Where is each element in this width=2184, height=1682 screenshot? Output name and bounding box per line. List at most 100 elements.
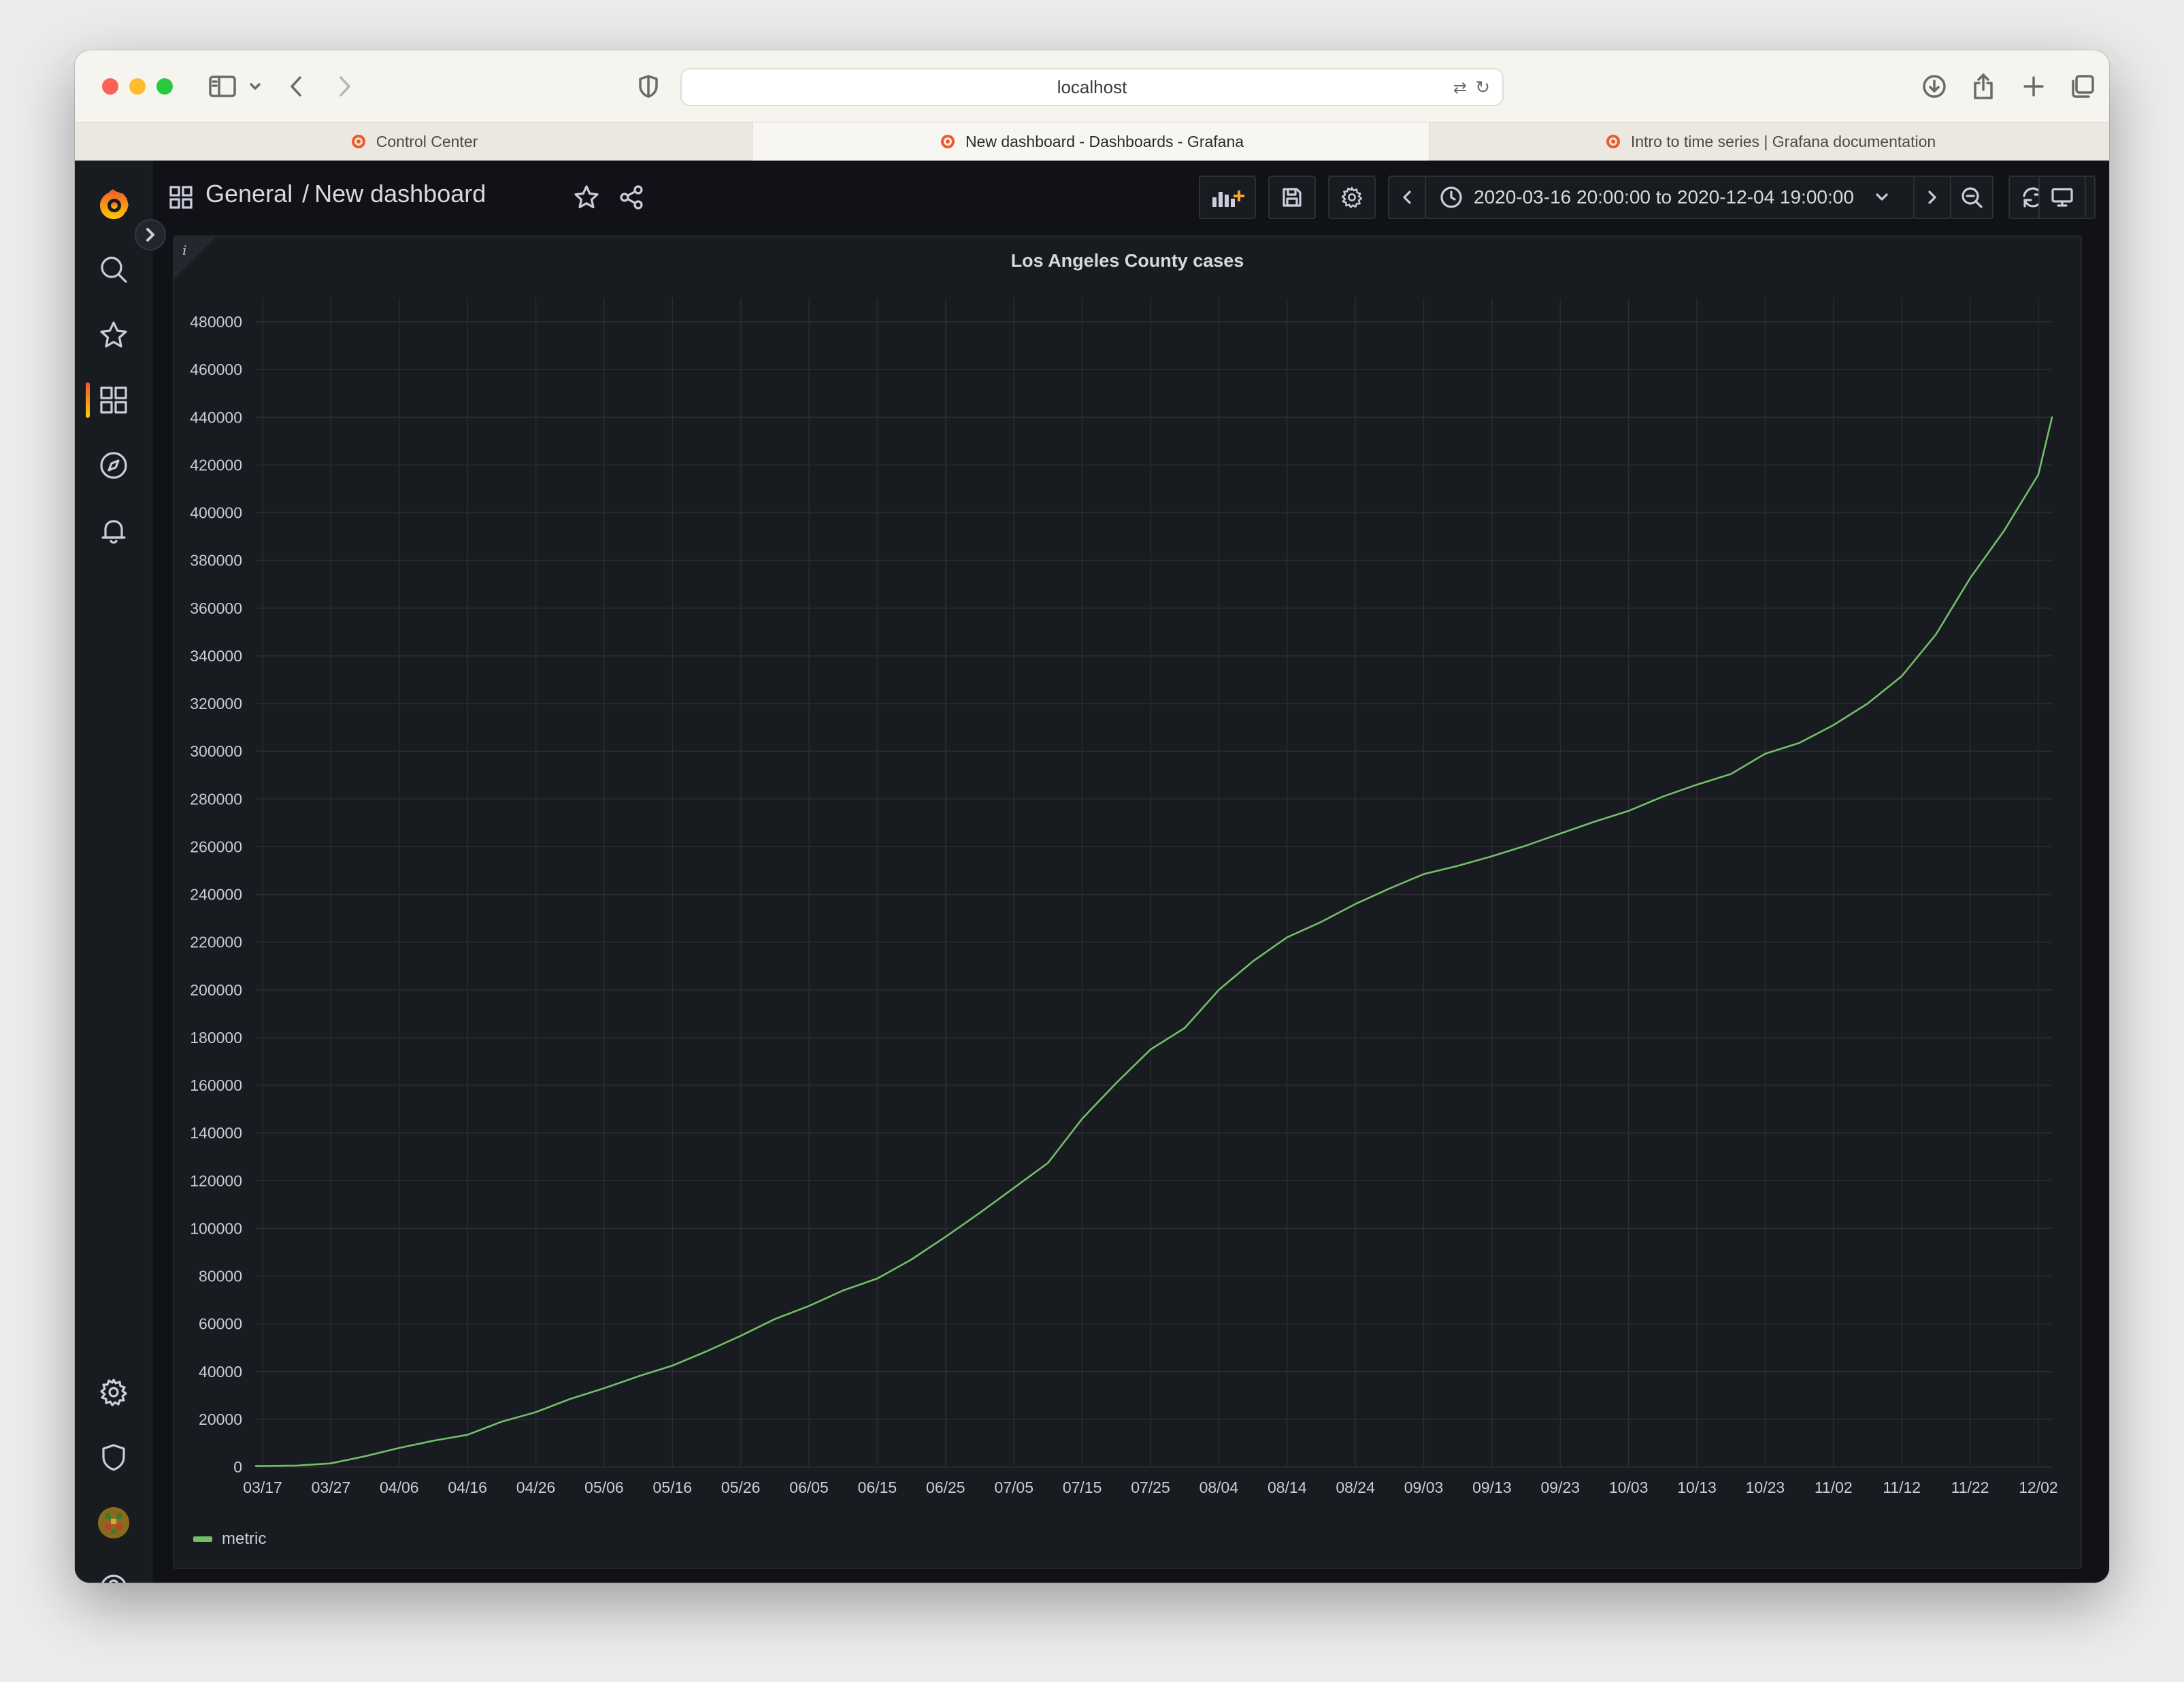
dashboard-title[interactable]: New dashboard xyxy=(314,180,486,208)
forward-arrow-icon[interactable] xyxy=(328,69,362,103)
alerting-bell-icon[interactable] xyxy=(93,510,134,551)
legend-swatch xyxy=(193,1536,212,1542)
x-tick-label: 08/14 xyxy=(1268,1479,1307,1496)
y-tick-label: 120000 xyxy=(190,1172,242,1189)
clock-icon xyxy=(1440,186,1462,208)
x-tick-label: 05/26 xyxy=(721,1479,761,1496)
time-shift-back-button[interactable] xyxy=(1388,176,1426,219)
y-tick-label: 380000 xyxy=(190,552,242,570)
monitor-icon xyxy=(2051,188,2073,207)
x-tick-label: 09/03 xyxy=(1404,1479,1444,1496)
legend-item-metric[interactable]: metric xyxy=(222,1530,266,1549)
zoom-out-icon xyxy=(1962,187,1983,208)
y-tick-label: 460000 xyxy=(190,361,242,378)
x-tick-label: 06/15 xyxy=(858,1479,897,1496)
x-tick-label: 06/25 xyxy=(926,1479,965,1496)
dashboards-icon[interactable] xyxy=(93,380,134,420)
grafana-logo-icon xyxy=(1606,135,1620,148)
tab-bar: Control Center New dashboard - Dashboard… xyxy=(75,122,2109,161)
y-tick-label: 20000 xyxy=(199,1411,242,1428)
tab-new-dashboard[interactable]: New dashboard - Dashboards - Grafana xyxy=(752,122,1430,161)
x-tick-label: 04/06 xyxy=(380,1479,419,1496)
y-tick-label: 140000 xyxy=(190,1124,242,1142)
x-tick-label: 07/15 xyxy=(1063,1479,1102,1496)
back-arrow-icon[interactable] xyxy=(279,69,313,103)
y-tick-label: 420000 xyxy=(190,456,242,474)
x-tick-label: 04/26 xyxy=(516,1479,556,1496)
y-tick-label: 160000 xyxy=(190,1076,242,1094)
user-avatar[interactable] xyxy=(93,1502,134,1543)
reload-icon[interactable]: ↻ xyxy=(1475,77,1490,98)
y-tick-label: 340000 xyxy=(190,647,242,665)
add-panel-button[interactable] xyxy=(1199,176,1256,219)
active-indicator xyxy=(86,382,90,418)
x-tick-label: 05/06 xyxy=(584,1479,624,1496)
chevron-right-icon xyxy=(146,228,154,242)
dashboard-grid-icon xyxy=(169,185,193,213)
y-tick-label: 480000 xyxy=(190,313,242,331)
sidebar-toggle-icon[interactable] xyxy=(205,69,239,103)
side-menu xyxy=(75,161,152,1583)
grafana-logo-icon xyxy=(940,135,955,148)
x-tick-label: 11/22 xyxy=(1951,1479,1989,1496)
y-tick-label: 180000 xyxy=(190,1029,242,1046)
y-tick-label: 80000 xyxy=(199,1268,242,1285)
share-icon[interactable] xyxy=(1966,69,2000,103)
time-range-picker[interactable]: 2020-03-16 20:00:00 to 2020-12-04 19:00:… xyxy=(1425,176,1915,219)
privacy-shield-icon[interactable] xyxy=(631,69,665,103)
x-tick-label: 07/05 xyxy=(994,1479,1033,1496)
zoom-out-button[interactable] xyxy=(1950,176,1993,219)
x-tick-label: 06/05 xyxy=(789,1479,829,1496)
time-series-panel: i Los Angeles County cases 0 20000 40000 60… xyxy=(173,235,2082,1569)
save-dashboard-button[interactable] xyxy=(1268,176,1316,219)
x-tick-label: 09/13 xyxy=(1472,1479,1512,1496)
tab-label: Control Center xyxy=(376,132,478,150)
x-tick-label: 07/25 xyxy=(1131,1479,1170,1496)
browser-window: localhost ⇄ ↻ Control Center New dashboa… xyxy=(75,50,2109,1583)
explore-compass-icon[interactable] xyxy=(93,445,134,486)
new-tab-plus-icon[interactable] xyxy=(2017,69,2051,103)
x-tick-label: 10/23 xyxy=(1746,1479,1785,1496)
star-dashboard-icon[interactable] xyxy=(573,184,600,214)
y-tick-label: 280000 xyxy=(190,790,242,808)
add-panel-icon xyxy=(1212,191,1244,207)
tab-overview-icon[interactable] xyxy=(2066,69,2100,103)
minimize-window-button[interactable] xyxy=(129,78,146,95)
share-dashboard-icon[interactable] xyxy=(618,184,645,214)
breadcrumb-folder[interactable]: General xyxy=(205,180,293,208)
dashboard-settings-button[interactable] xyxy=(1328,176,1376,219)
y-tick-label: 60000 xyxy=(199,1315,242,1333)
x-tick-label: 08/24 xyxy=(1336,1479,1375,1496)
help-icon[interactable] xyxy=(93,1568,134,1583)
x-tick-label: 03/17 xyxy=(243,1479,282,1496)
maximize-window-button[interactable] xyxy=(156,78,173,95)
tab-label: Intro to time series | Grafana documenta… xyxy=(1630,132,1936,150)
gear-icon xyxy=(1341,186,1363,208)
time-shift-forward-button[interactable] xyxy=(1913,176,1951,219)
starred-icon[interactable] xyxy=(93,314,134,355)
close-window-button[interactable] xyxy=(102,78,118,95)
configuration-gear-icon[interactable] xyxy=(93,1372,134,1413)
server-admin-shield-icon[interactable] xyxy=(93,1437,134,1478)
x-tick-label: 03/27 xyxy=(312,1479,351,1496)
y-tick-label: 400000 xyxy=(190,504,242,522)
time-range-label: 2020-03-16 20:00:00 to 2020-12-04 19:00:… xyxy=(1474,186,1854,208)
y-tick-label: 100000 xyxy=(190,1219,242,1237)
tab-control-center[interactable]: Control Center xyxy=(75,122,752,161)
view-mode-button[interactable] xyxy=(2038,176,2086,219)
grafana-home-logo-icon[interactable] xyxy=(93,184,134,225)
address-bar[interactable]: localhost ⇄ ↻ xyxy=(680,68,1504,106)
grafana-logo-icon xyxy=(351,135,365,148)
chart-area[interactable]: 0 20000 40000 60000 80000 100000 120000 140000 1… xyxy=(174,237,2083,1570)
downloads-icon[interactable] xyxy=(1917,69,1951,103)
expand-menu-button[interactable] xyxy=(135,219,166,250)
search-icon[interactable] xyxy=(93,249,134,290)
chevron-down-icon[interactable] xyxy=(238,69,272,103)
x-tick-label: 10/13 xyxy=(1677,1479,1717,1496)
x-tick-label: 04/16 xyxy=(448,1479,487,1496)
x-tick-label: 05/16 xyxy=(653,1479,693,1496)
tab-grafana-docs[interactable]: Intro to time series | Grafana documenta… xyxy=(1430,122,2109,161)
translate-icon[interactable]: ⇄ xyxy=(1453,78,1467,98)
x-tick-label: 08/04 xyxy=(1199,1479,1239,1496)
chevron-left-icon xyxy=(1403,191,1411,204)
